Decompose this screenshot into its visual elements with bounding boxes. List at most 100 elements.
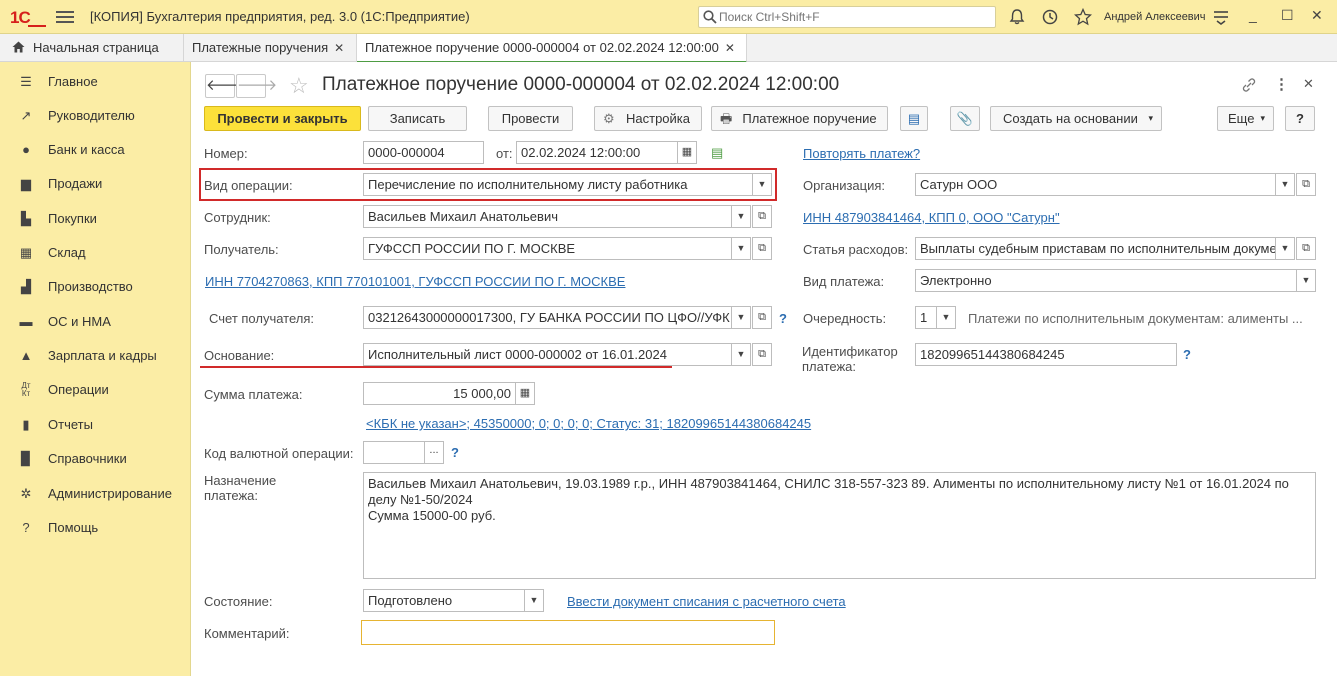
number-field[interactable]: 0000-000004	[363, 141, 484, 164]
sidebar-item-assets[interactable]: ▬ ОС и НМА	[0, 307, 191, 337]
maximize-icon[interactable]: ☐	[1281, 7, 1294, 24]
print-payment-order-button[interactable]: 🖶 Платежное поручение	[711, 106, 888, 131]
settings-button[interactable]: ⚙ Настройка	[594, 106, 702, 131]
help-button[interactable]: ?	[1285, 106, 1315, 131]
operation-type-label: Вид операции:	[204, 178, 293, 193]
state-field[interactable]: Подготовлено	[363, 589, 525, 612]
open-icon[interactable]: ⧉	[752, 306, 772, 329]
help-question-icon[interactable]: ?	[451, 445, 459, 460]
star-icon[interactable]	[1074, 8, 1092, 26]
sidebar-item-manager[interactable]: ↗ Руководителю	[0, 101, 191, 131]
menu-icon[interactable]	[56, 8, 74, 24]
create-based-on-button[interactable]: Создать на основании ▾	[990, 106, 1162, 131]
calendar-icon[interactable]: ▦	[677, 141, 697, 164]
tab-payment-orders[interactable]: Платежные поручения ✕	[184, 34, 357, 62]
open-icon[interactable]: ⧉	[752, 205, 772, 228]
sidebar-item-help[interactable]: ? Помощь	[0, 513, 191, 543]
tab-payment-order-doc[interactable]: Платежное поручение 0000-000004 от 02.02…	[357, 34, 747, 63]
help-question-icon[interactable]: ?	[779, 311, 787, 326]
chevron-down-icon[interactable]: ▼	[752, 173, 772, 196]
chevron-down-icon[interactable]: ▼	[1275, 173, 1295, 196]
more-button[interactable]: Еще ▾	[1217, 106, 1274, 131]
comment-field[interactable]	[361, 620, 775, 645]
organization-field[interactable]: Сатурн ООО	[915, 173, 1276, 196]
minimize-icon[interactable]: _	[1249, 7, 1257, 23]
kbk-link[interactable]: <КБК не указан>; 45350000; 0; 0; 0; 0; С…	[366, 416, 811, 431]
repeat-payment-link[interactable]: Повторять платеж?	[803, 146, 920, 161]
search-input[interactable]	[719, 9, 989, 25]
search-box[interactable]	[698, 6, 996, 28]
date-field[interactable]: 02.02.2024 12:00:00	[516, 141, 678, 164]
open-icon[interactable]: ⧉	[752, 237, 772, 260]
sidebar-item-operations[interactable]: Дт Кт Операции	[0, 375, 191, 405]
payment-kind-field[interactable]: Электронно	[915, 269, 1297, 292]
close-tab-icon[interactable]: ✕	[725, 41, 735, 55]
amount-field[interactable]: 15 000,00	[363, 382, 516, 405]
calculator-icon[interactable]: ▦	[515, 382, 535, 405]
organization-label: Организация:	[803, 178, 886, 193]
sidebar-item-label: Справочники	[48, 451, 127, 466]
sidebar-item-label: Производство	[48, 279, 133, 294]
chevron-down-icon[interactable]: ▼	[524, 589, 544, 612]
open-icon[interactable]: ⧉	[752, 343, 772, 366]
basis-field[interactable]: Исполнительный лист 0000-000002 от 16.01…	[363, 343, 732, 366]
open-icon[interactable]: ⧉	[1296, 237, 1316, 260]
post-button[interactable]: Провести	[488, 106, 573, 131]
open-icon[interactable]: ⧉	[1296, 173, 1316, 196]
chevron-down-icon[interactable]: ▼	[1275, 237, 1295, 260]
select-button[interactable]: ...	[424, 441, 444, 464]
payment-id-field[interactable]: 18209965144380684245	[915, 343, 1177, 366]
sidebar-item-bank[interactable]: ● Банк и касса	[0, 135, 191, 165]
back-button[interactable]: 🡐	[205, 74, 246, 98]
sidebar-item-admin[interactable]: ✲ Администрирование	[0, 479, 191, 509]
link-icon[interactable]	[1241, 77, 1257, 93]
recipient-field[interactable]: ГУФССП РОССИИ ПО Г. МОСКВЕ	[363, 237, 732, 260]
forward-button[interactable]: 🡒	[236, 74, 277, 98]
expense-item-field[interactable]: Выплаты судебным приставам по исполнител…	[915, 237, 1276, 260]
sidebar-item-purchases[interactable]: ▙ Покупки	[0, 204, 191, 234]
sidebar-item-sales[interactable]: ▆ Продажи	[0, 169, 191, 199]
sidebar-item-main[interactable]: ☰ Главное	[0, 67, 191, 97]
create-debit-document-link[interactable]: Ввести документ списания с расчетного сч…	[567, 594, 846, 609]
home-icon	[12, 41, 25, 53]
sidebar-item-salary[interactable]: ▲ Зарплата и кадры	[0, 341, 191, 371]
help-question-icon[interactable]: ?	[1183, 347, 1191, 362]
close-form-icon[interactable]: ✕	[1303, 76, 1314, 92]
recipient-account-field[interactable]: 03212643000000017300, ГУ БАНКА РОССИИ ПО…	[363, 306, 732, 329]
employee-field[interactable]: Васильев Михаил Анатольевич	[363, 205, 732, 228]
operation-type-field[interactable]: Перечисление по исполнительному листу ра…	[363, 173, 753, 196]
currency-operation-field[interactable]	[363, 441, 425, 464]
chevron-down-icon[interactable]: ▼	[731, 205, 751, 228]
settings-lines-icon[interactable]	[1212, 8, 1230, 26]
create-based-label: Создать на основании	[1003, 111, 1138, 126]
post-and-close-button[interactable]: Провести и закрыть	[204, 106, 361, 131]
sidebar-item-label: Зарплата и кадры	[48, 348, 157, 363]
history-icon[interactable]	[1041, 8, 1059, 26]
close-window-icon[interactable]: ✕	[1311, 7, 1323, 24]
chevron-down-icon[interactable]: ▼	[731, 343, 751, 366]
attach-button[interactable]: 📎	[950, 106, 980, 131]
chevron-down-icon[interactable]: ▼	[936, 306, 956, 329]
structure-button[interactable]: ▤	[900, 106, 928, 131]
more-actions-icon[interactable]: ⋮	[1274, 75, 1289, 93]
print-label: Платежное поручение	[742, 111, 877, 126]
bell-icon[interactable]	[1008, 8, 1026, 26]
favorite-star-icon[interactable]: ☆	[289, 73, 309, 99]
chevron-down-icon[interactable]: ▼	[731, 237, 751, 260]
recipient-inn-link[interactable]: ИНН 7704270863, КПП 770101001, ГУФССП РО…	[205, 274, 625, 289]
priority-field[interactable]: 1	[915, 306, 937, 329]
tab-home[interactable]: Начальная страница	[0, 34, 184, 62]
payment-purpose-textarea[interactable]: Васильев Михаил Анатольевич, 19.03.1989 …	[363, 472, 1316, 579]
organization-inn-link[interactable]: ИНН 487903841464, КПП 0, ООО "Сатурн"	[803, 210, 1060, 225]
sidebar-item-production[interactable]: ▟ Производство	[0, 272, 191, 302]
red-underline-mark	[200, 366, 672, 368]
sidebar-item-directories[interactable]: ▉ Справочники	[0, 444, 191, 474]
user-name[interactable]: Андрей Алексеевич	[1104, 11, 1206, 23]
sidebar-item-warehouse[interactable]: ▦ Склад	[0, 238, 191, 268]
chevron-down-icon[interactable]: ▼	[1296, 269, 1316, 292]
warehouse-icon: ▦	[19, 245, 33, 260]
sidebar-item-reports[interactable]: ▮ Отчеты	[0, 410, 191, 440]
close-tab-icon[interactable]: ✕	[334, 41, 344, 55]
save-button[interactable]: Записать	[368, 106, 467, 131]
chevron-down-icon[interactable]: ▼	[731, 306, 751, 329]
